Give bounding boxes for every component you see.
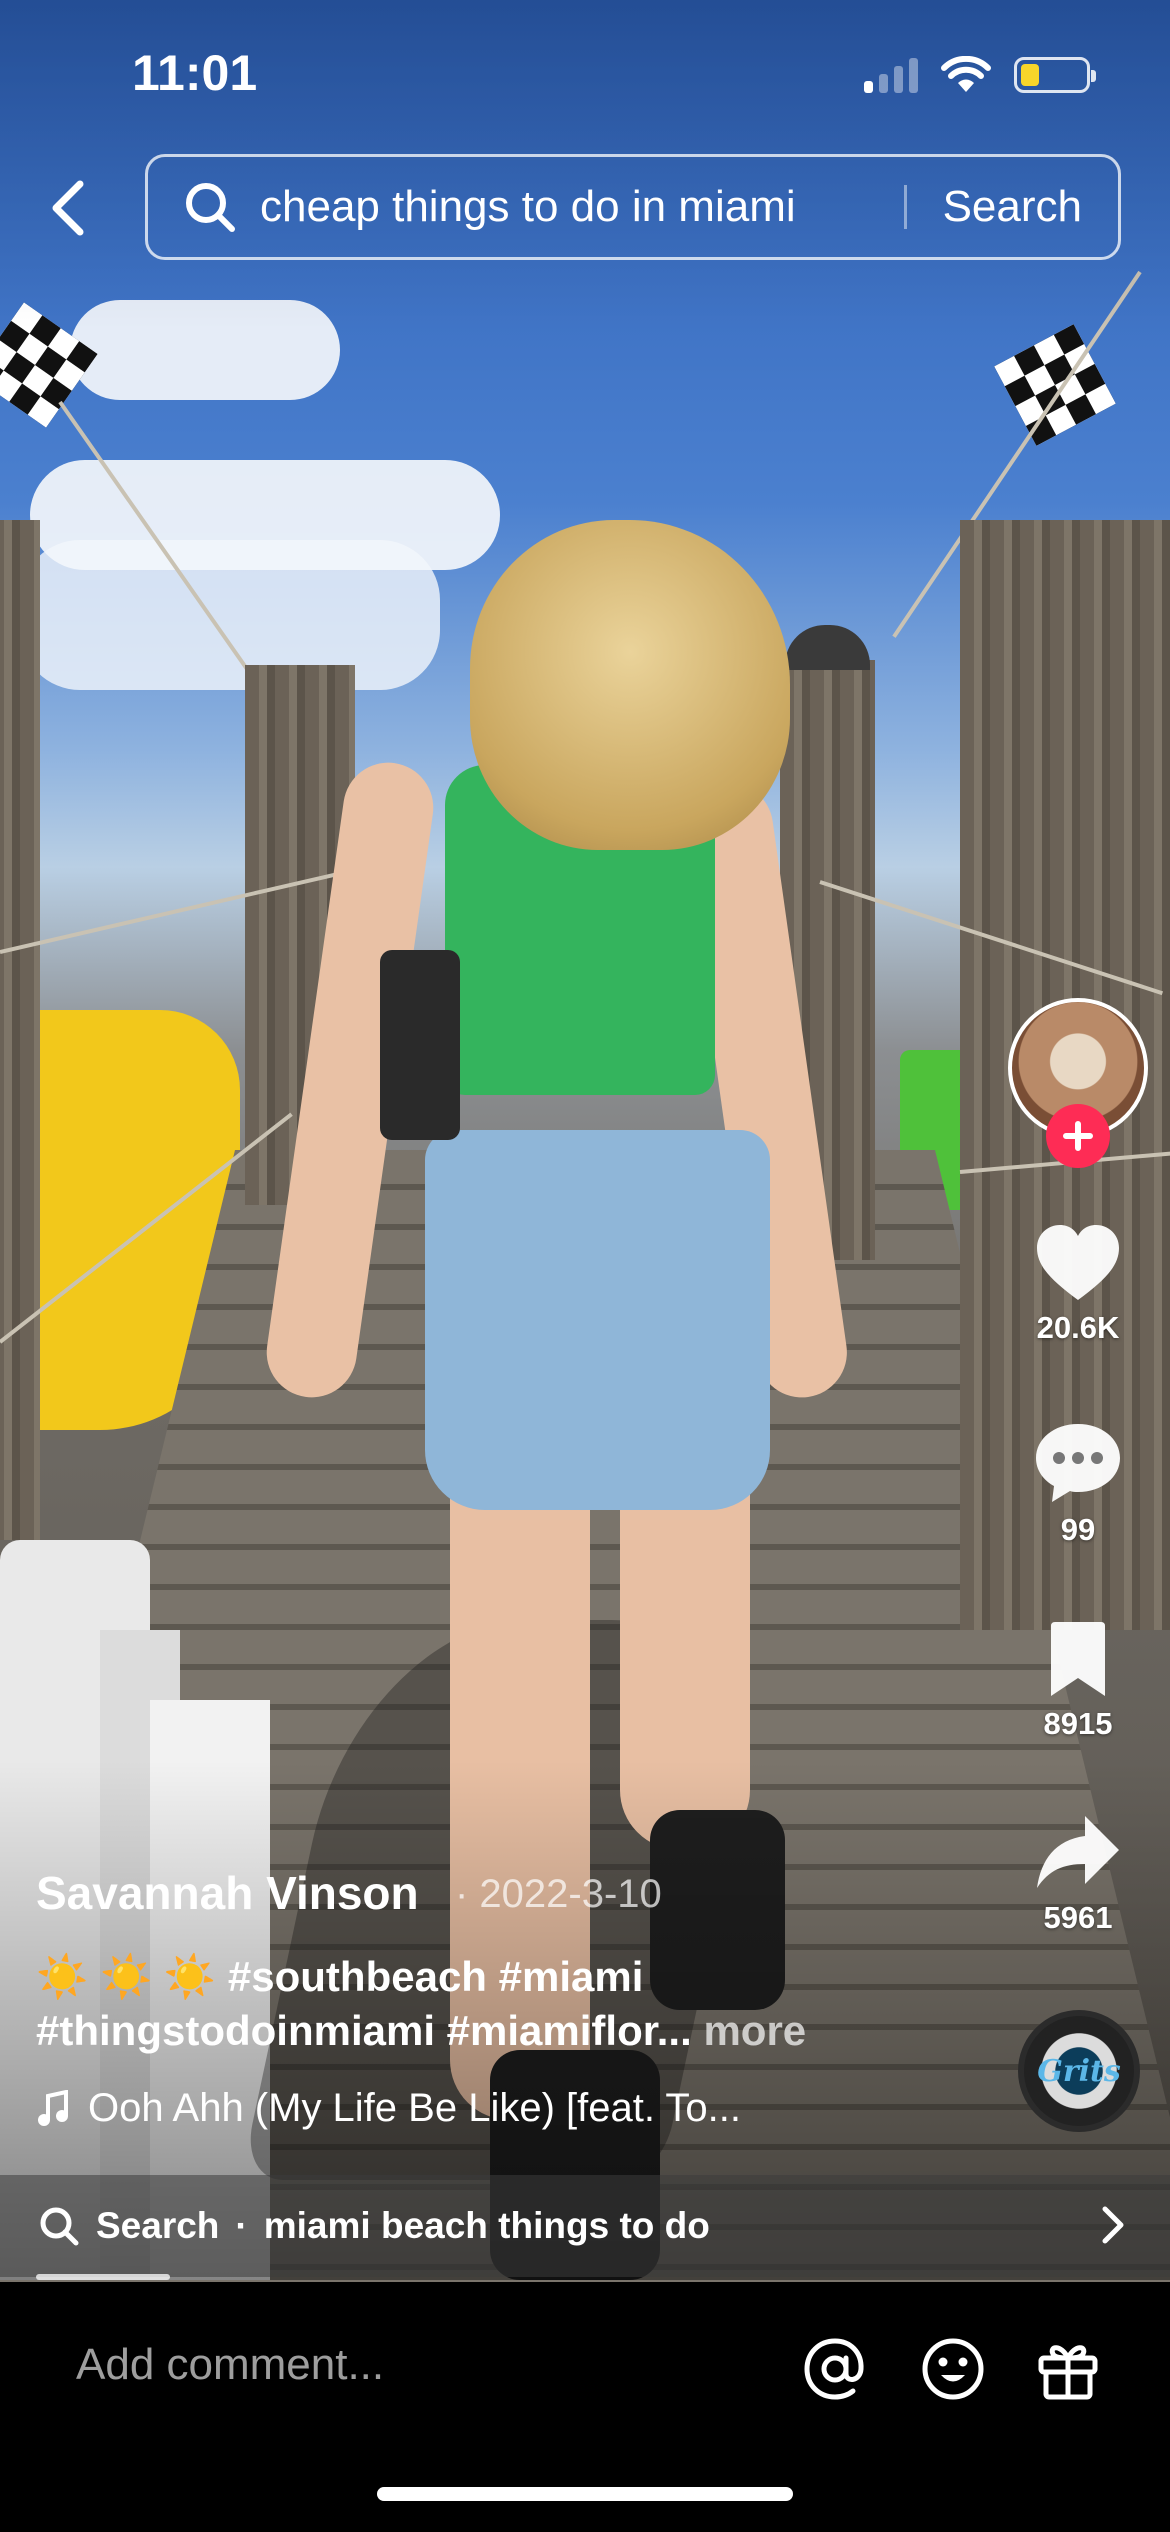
music-disc[interactable]: Grits xyxy=(1018,2010,1140,2132)
more-link[interactable]: more xyxy=(703,2007,806,2054)
plus-icon xyxy=(1063,1121,1093,1151)
related-search-bar[interactable]: Search · miami beach things to do xyxy=(0,2175,1170,2277)
share-count: 5961 xyxy=(1043,1900,1113,1935)
separator-dot: · xyxy=(235,2205,248,2246)
search-divider xyxy=(903,185,907,229)
related-search-label: Search xyxy=(96,2205,220,2246)
denim-shorts xyxy=(425,1130,770,1510)
save-button[interactable]: 8915 xyxy=(1018,1620,1138,1742)
post-cap xyxy=(785,625,870,670)
disc-label: Grits xyxy=(1037,2053,1121,2089)
music-title: Ooh Ahh (My Life Be Like) [feat. To... xyxy=(88,2086,741,2130)
battery-icon xyxy=(1014,57,1096,93)
checkered-flag xyxy=(994,324,1116,446)
back-button[interactable] xyxy=(40,168,96,248)
comment-count: 99 xyxy=(1060,1512,1096,1547)
comment-icon xyxy=(1036,1424,1120,1502)
related-search-query: miami beach things to do xyxy=(263,2205,710,2246)
back-icon xyxy=(52,180,84,236)
mention-button[interactable] xyxy=(800,2334,870,2404)
status-time: 11:01 xyxy=(132,45,258,101)
emoji-button[interactable] xyxy=(918,2334,988,2404)
cloud xyxy=(20,540,440,690)
gift-icon xyxy=(1038,2345,1098,2400)
post-date: · 2022-3-10 xyxy=(455,1872,662,1916)
at-icon xyxy=(804,2338,864,2400)
like-count: 20.6K xyxy=(1036,1310,1120,1345)
bookmark-icon xyxy=(1051,1622,1105,1696)
share-button[interactable]: 5961 xyxy=(1018,1812,1138,1936)
wifi-icon xyxy=(941,56,991,92)
shoulder-bag xyxy=(380,950,460,1140)
like-button[interactable]: 20.6K xyxy=(1018,1222,1138,1346)
search-bar[interactable]: cheap things to do in miami Search xyxy=(145,154,1121,260)
status-icons xyxy=(864,56,1096,94)
playback-progress[interactable] xyxy=(36,2274,170,2280)
follow-button[interactable] xyxy=(1046,1104,1110,1168)
sun-emojis: ☀️ ☀️ ☀️ xyxy=(36,1953,217,2000)
save-count: 8915 xyxy=(1043,1706,1113,1741)
emoji-icon xyxy=(922,2338,984,2400)
chevron-right-icon xyxy=(1102,2206,1124,2244)
music-row[interactable]: Ooh Ahh (My Life Be Like) [feat. To... xyxy=(36,2086,741,2131)
cellular-signal-icon xyxy=(864,57,918,93)
blonde-hair xyxy=(470,520,790,850)
music-note-icon xyxy=(38,2089,68,2126)
search-icon xyxy=(186,183,235,232)
comment-input[interactable]: Add comment... xyxy=(76,2340,384,2390)
caption: ☀️ ☀️ ☀️ #southbeach #miami #thingstodoi… xyxy=(36,1950,916,2058)
search-icon xyxy=(40,2207,79,2246)
gift-button[interactable] xyxy=(1033,2334,1103,2404)
comment-button[interactable]: 99 xyxy=(1018,1420,1138,1548)
search-query[interactable]: cheap things to do in miami xyxy=(260,182,904,232)
heart-icon xyxy=(1037,1225,1119,1300)
author-name[interactable]: Savannah Vinson xyxy=(36,1866,419,1920)
search-button[interactable]: Search xyxy=(943,182,1082,232)
dock-post xyxy=(0,520,40,1540)
home-indicator[interactable] xyxy=(377,2487,793,2501)
share-icon xyxy=(1037,1816,1119,1888)
